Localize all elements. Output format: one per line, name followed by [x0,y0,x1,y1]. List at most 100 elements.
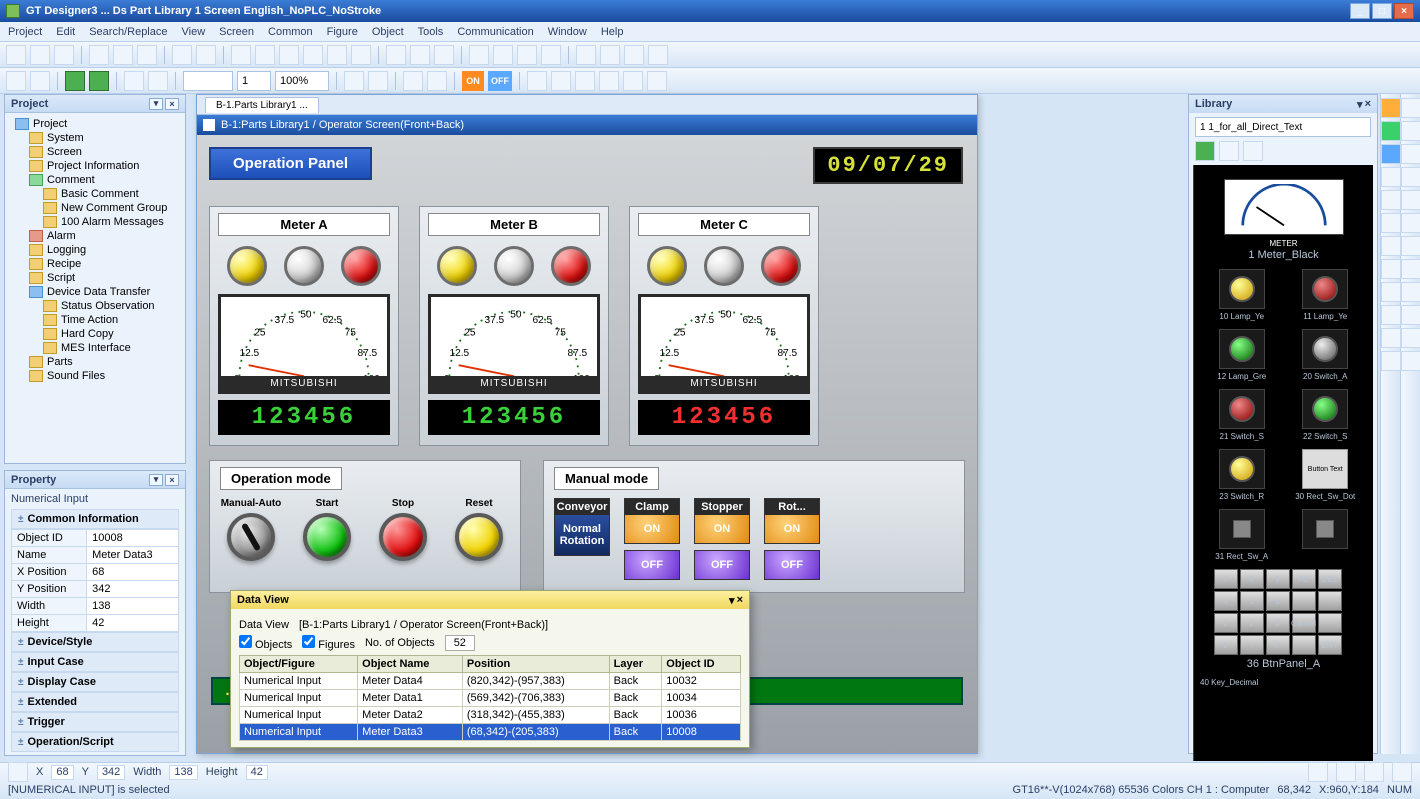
tb-i[interactable] [434,45,454,65]
dataview-table[interactable]: Object/FigureObject NamePositionLayerObj… [239,655,741,741]
prop-section[interactable]: Extended [11,692,179,712]
menu-window[interactable]: Window [548,26,587,38]
keypad-key[interactable]: 3 [1266,613,1290,633]
menu-object[interactable]: Object [372,26,404,38]
menu-tools[interactable]: Tools [418,26,444,38]
tb2-l[interactable] [647,71,667,91]
op-button-start[interactable]: Start [296,498,358,561]
lamp-yellow[interactable] [227,246,267,286]
keypad-key[interactable]: 9 [1266,569,1290,589]
keypad-key[interactable]: DEL [1318,569,1342,589]
tb2-zoomout[interactable] [368,71,388,91]
vt-a[interactable] [1401,305,1420,325]
zoom-step-dropdown[interactable]: 1 [237,71,271,91]
maximize-button[interactable]: □ [1372,3,1392,19]
op-button-reset[interactable]: Reset [448,498,510,561]
tb2-i[interactable] [575,71,595,91]
digital-readout[interactable]: 123456 [638,400,810,435]
vt-poly-icon[interactable] [1401,213,1420,233]
panel-pin-icon[interactable]: ▾ [149,474,163,486]
on-button[interactable]: ON [765,515,819,543]
lamp-red[interactable] [341,246,381,286]
keypad-key[interactable]: 7 [1214,569,1238,589]
dv-figures-check[interactable]: Figures [302,635,355,651]
lamp-yellow[interactable] [647,246,687,286]
dv-row[interactable]: Numerical InputMeter Data1(569,342)-(706… [240,690,741,707]
tb-d[interactable] [303,45,323,65]
vt2-num-icon[interactable] [1381,144,1401,164]
keypad-key[interactable]: AC [1292,569,1316,589]
keypad-key[interactable]: 5 [1240,591,1264,611]
tree-item[interactable]: Project [11,117,179,131]
prop-value[interactable]: 138 [87,598,179,615]
minimize-button[interactable]: _ [1350,3,1370,19]
dataview-window[interactable]: Data View ▾× Data View [B-1:Parts Librar… [230,590,750,748]
tb2-e[interactable] [403,71,423,91]
prop-section[interactable]: Device/Style [11,632,179,652]
tree-item[interactable]: Alarm [11,229,179,243]
tb2-play[interactable] [65,71,85,91]
tb-h[interactable] [410,45,430,65]
prop-value[interactable]: 42 [87,615,179,632]
prop-section[interactable]: Trigger [11,712,179,732]
normal-rotation-button[interactable]: Normal Rotation [555,515,609,555]
off-button[interactable]: OFF [625,551,679,579]
tb2-d[interactable] [148,71,168,91]
prop-section-common[interactable]: Common Information [11,509,179,529]
tb-q[interactable] [648,45,668,65]
vt2-l[interactable] [1381,351,1401,371]
panel-close-icon[interactable]: × [165,474,179,486]
vt2-g[interactable] [1381,236,1401,256]
dv-row[interactable]: Numerical InputMeter Data4(820,342)-(957… [240,673,741,690]
lib-add-icon[interactable] [1195,141,1215,161]
op-button-stop[interactable]: Stop [372,498,434,561]
analog-gauge[interactable]: 012.52537.55062.57587.5100MITSUBISHI [638,294,810,394]
prop-value[interactable]: 342 [87,581,179,598]
tb2-c[interactable] [124,71,144,91]
tb-a[interactable] [231,45,251,65]
dv-row[interactable]: Numerical InputMeter Data2(318,342)-(455… [240,707,741,724]
tb-f[interactable] [351,45,371,65]
on-button[interactable]: ON [695,515,749,543]
keypad-key[interactable]: Cancel [1292,613,1316,633]
tb-b[interactable] [255,45,275,65]
lib-close[interactable]: × [1365,98,1371,111]
tb-p[interactable] [624,45,644,65]
tree-item[interactable]: New Comment Group [11,201,179,215]
layer-dropdown[interactable] [183,71,233,91]
keypad-key[interactable]: 1 [1214,613,1238,633]
keypad-key[interactable]: 2 [1240,613,1264,633]
keypad-key[interactable] [1318,591,1342,611]
vt-fill-icon[interactable] [1401,259,1420,279]
keypad-key[interactable]: ENT [1318,635,1342,655]
menu-project[interactable]: Project [8,26,42,38]
prop-value[interactable]: 10008 [87,530,179,547]
menu-search[interactable]: Search/Replace [89,26,167,38]
off-button[interactable]: OFF [695,551,749,579]
lamp-yellow[interactable] [437,246,477,286]
tb-j[interactable] [469,45,489,65]
digital-readout[interactable]: 123456 [218,400,390,435]
tb-redo[interactable] [196,45,216,65]
vt2-switch-icon[interactable] [1381,98,1401,118]
vt2-j[interactable] [1381,305,1401,325]
keypad-key[interactable]: 6 [1266,591,1290,611]
tree-item[interactable]: Time Action [11,313,179,327]
tree-item[interactable]: 100 Alarm Messages [11,215,179,229]
lib-pin[interactable]: ▾ [1357,98,1363,111]
lamp-white[interactable] [284,246,324,286]
vt-c[interactable] [1401,351,1420,371]
lamp-red[interactable] [551,246,591,286]
tree-item[interactable]: Sound Files [11,369,179,383]
tb2-j[interactable] [599,71,619,91]
tb-o[interactable] [600,45,620,65]
tree-item[interactable]: Logging [11,243,179,257]
tb-g[interactable] [386,45,406,65]
sb-a[interactable] [1308,762,1328,782]
tree-item[interactable]: Hard Copy [11,327,179,341]
tb2-f[interactable] [427,71,447,91]
lib-tool2-icon[interactable] [1243,141,1263,161]
tree-item[interactable]: Comment [11,173,179,187]
vt2-lamp-icon[interactable] [1381,121,1401,141]
tb-cut[interactable] [89,45,109,65]
